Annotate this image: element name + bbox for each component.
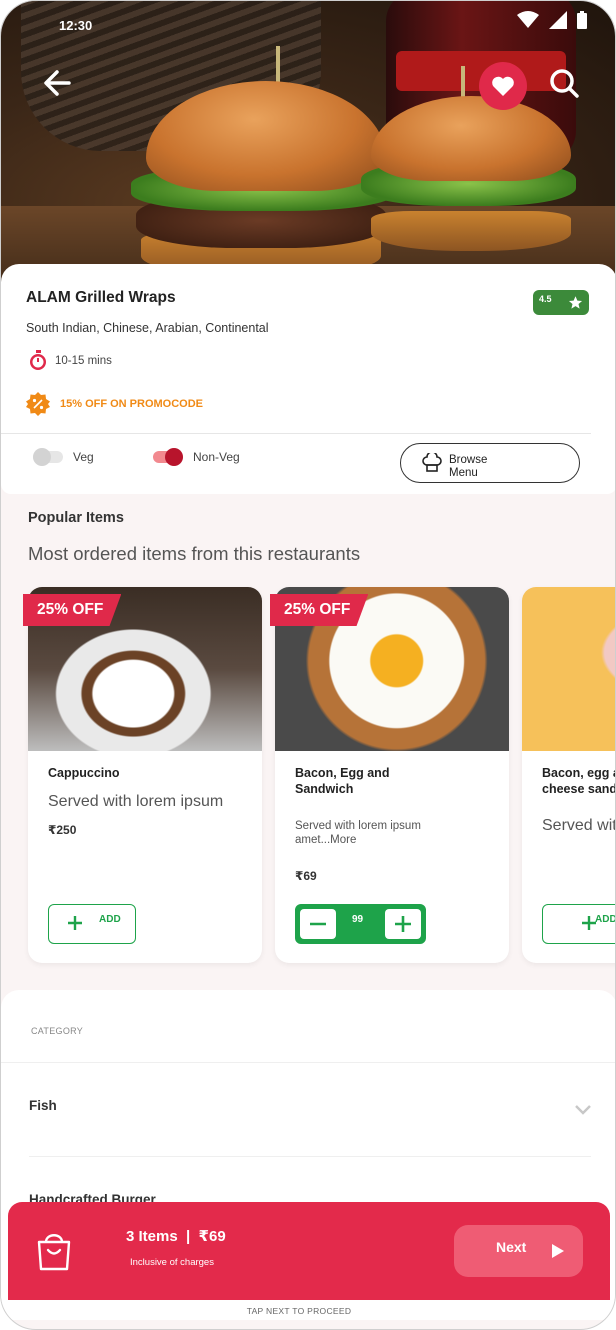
veg-switch[interactable] [33,448,63,466]
increment-button[interactable] [385,909,421,939]
back-arrow-icon [44,70,71,96]
browse-menu-button[interactable]: Browse Menu [400,443,580,483]
category-item-fish[interactable]: Fish [29,1098,57,1113]
popular-title: Popular Items [28,510,124,526]
cart-note: Inclusive of charges [130,1257,214,1268]
restaurant-info-card: ALAM Grilled Wraps South Indian, Chinese… [1,264,615,494]
add-button[interactable]: ADD [542,904,616,944]
minus-icon [310,922,326,926]
item-desc: Served with lorem ipsum [542,817,615,834]
item-price: ₹69 [295,869,317,883]
plus-icon [68,916,82,930]
phone-screen: 12:30 ALAM Grilled Wraps South Indian, C… [0,0,616,1330]
promo-banner[interactable]: 15% OFF ON PROMOCODE [26,392,203,416]
nonveg-switch[interactable] [153,448,183,466]
divider [29,1156,591,1157]
rating-badge: 4.5 [533,290,589,315]
popular-subtitle: Most ordered items from this restaurants [28,543,361,564]
food-card[interactable]: Bacon, egg and cheese sandwich Served wi… [522,587,616,963]
cart-bar: 3 Items | ₹69 Inclusive of charges Next [8,1202,610,1300]
heart-icon [492,76,514,96]
food-card[interactable]: Bacon, Egg and Sandwich Served with lore… [275,587,509,963]
nonveg-toggle[interactable]: Non-Veg [153,448,240,466]
signal-icon [549,11,567,29]
food-card[interactable]: Cappuccino Served with lorem ipsum ₹250 … [28,587,262,963]
item-name: Cappuccino [48,766,120,780]
hero-image: 12:30 [1,1,615,291]
promo-text: 15% OFF ON PROMOCODE [60,398,204,410]
restaurant-cuisine: South Indian, Chinese, Arabian, Continen… [26,321,269,335]
discount-badge: 25% OFF [270,594,369,626]
chevron-down-icon[interactable] [573,1103,593,1117]
favorite-button[interactable] [479,62,527,110]
chef-hat-icon [422,453,442,472]
back-button[interactable] [39,63,79,103]
wifi-icon [517,11,539,28]
item-name: Bacon, Egg and Sandwich [295,766,390,796]
divider [1,1062,615,1063]
play-icon [552,1244,564,1258]
item-name: Bacon, egg and cheese sandwich [542,766,616,796]
delivery-time-text: 10-15 mins [55,355,112,367]
quantity-stepper[interactable]: 99 [295,904,426,944]
divider [1,433,591,434]
browse-menu-label: Browse Menu [449,454,488,479]
shopping-bag-icon [37,1234,71,1271]
add-button[interactable]: ADD [48,904,136,944]
discount-icon [26,392,50,416]
timer-icon [30,350,46,370]
status-icons [517,11,587,29]
item-price: ₹250 [48,823,77,837]
delivery-time: 10-15 mins [28,350,112,372]
decrement-button[interactable] [300,909,336,939]
star-icon [568,296,583,309]
quantity-value: 99 [352,914,364,925]
discount-badge: 25% OFF [23,594,122,626]
item-desc: Served with lorem ipsum amet...More [295,820,421,846]
search-button[interactable] [544,63,584,103]
next-label: Next [496,1239,527,1255]
veg-label: Veg [73,450,94,464]
restaurant-name: ALAM Grilled Wraps [26,289,176,306]
category-heading: CATEGORY [31,1026,84,1036]
cart-summary: 3 Items | ₹69 [126,1228,226,1245]
proceed-hint: TAP NEXT TO PROCEED [246,1306,352,1316]
search-icon [550,69,579,98]
rating-value: 4.5 [539,294,552,304]
nonveg-label: Non-Veg [193,450,240,464]
plus-icon [395,916,411,932]
add-label: ADD [595,914,616,925]
ice-cream-image [522,587,615,751]
next-button[interactable]: Next [454,1225,583,1277]
battery-icon [577,11,587,29]
veg-toggle[interactable]: Veg [33,448,94,466]
add-label: ADD [99,914,121,925]
status-time: 12:30 [59,18,93,33]
item-desc: Served with lorem ipsum [48,793,224,810]
